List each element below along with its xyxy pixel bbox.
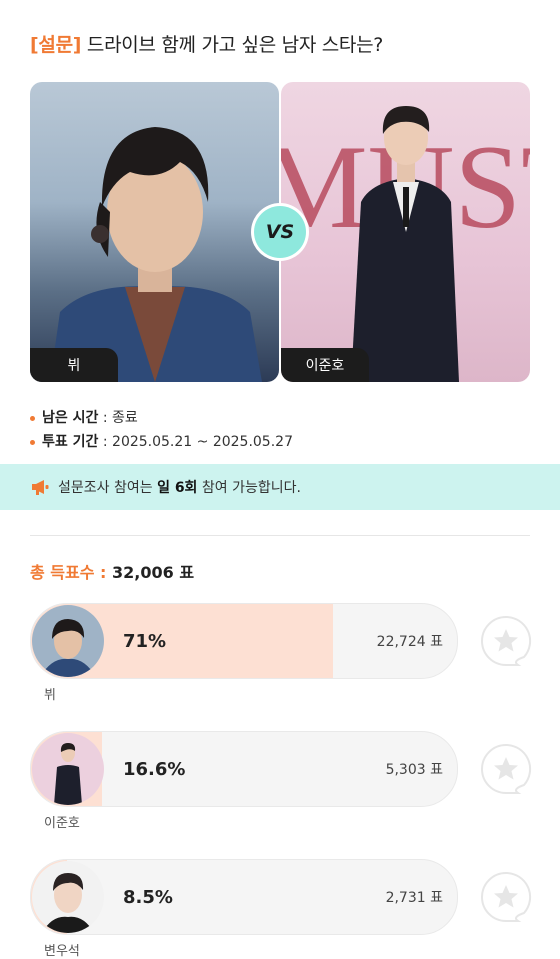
vote-percent: 71% [123, 630, 167, 652]
megaphone-icon [32, 480, 49, 495]
divider [30, 535, 530, 536]
candidate-photo-left[interactable]: 뷔 [30, 82, 279, 382]
vote-count: 2,731 표 [385, 890, 443, 906]
banner-emphasis: 일 6회 [157, 480, 198, 496]
vote-count: 22,724 표 [376, 634, 443, 650]
vote-percent: 16.6% [123, 758, 186, 780]
participation-banner: 설문조사 참여는 일 6회 참여 가능합니다. [0, 464, 560, 510]
avatar [32, 861, 104, 933]
star-bubble-icon[interactable] [478, 613, 534, 669]
vote-period: 투표 기간 : 2025.05.21 ~ 2025.05.27 [30, 431, 293, 451]
candidate-photo-right[interactable]: MUST 이준호 [281, 82, 530, 382]
vote-percent: 8.5% [123, 886, 173, 908]
star-bubble-icon[interactable] [478, 741, 534, 797]
banner-suffix: 참여 가능합니다. [197, 480, 301, 496]
remaining-time-value: 종료 [112, 410, 138, 426]
vote-period-value: 2025.05.21 ~ 2025.05.27 [112, 434, 293, 450]
star-bubble-icon[interactable] [478, 869, 534, 925]
poll-question: 드라이브 함께 가고 싶은 남자 스타는? [86, 34, 384, 56]
candidate-name: 변우석 [44, 944, 80, 959]
poll-title: [설문] 드라이브 함께 가고 싶은 남자 스타는? [30, 30, 383, 57]
candidate-name-tag-right: 이준호 [281, 348, 369, 382]
candidate-name-tag-left: 뷔 [30, 348, 118, 382]
bullet-dot-icon [30, 415, 35, 421]
vote-period-label: 투표 기간 [42, 434, 99, 450]
total-votes-value: 32,006 표 [112, 563, 195, 582]
portrait-image: MUST [281, 106, 530, 382]
total-votes-label: 총 득표수 [30, 563, 95, 582]
candidate-name: 이준호 [44, 816, 80, 831]
separator: : [98, 410, 113, 426]
vote-count: 5,303 표 [385, 762, 443, 778]
poll-tag: [설문] [30, 34, 82, 56]
total-votes: 총 득표수 : 32,006 표 [30, 559, 194, 583]
separator: : [98, 434, 113, 450]
separator: : [94, 563, 112, 582]
avatar [32, 733, 104, 805]
vs-badge: VS [254, 206, 306, 258]
bullet-dot-icon [30, 439, 35, 445]
remaining-time-label: 남은 시간 [42, 410, 99, 426]
portrait-image [50, 127, 262, 382]
avatar [32, 605, 104, 677]
banner-prefix: 설문조사 참여는 [58, 480, 158, 496]
remaining-time: 남은 시간 : 종료 [30, 407, 138, 427]
banner-text: 설문조사 참여는 일 6회 참여 가능합니다. [58, 477, 301, 497]
candidate-name: 뷔 [44, 688, 56, 703]
